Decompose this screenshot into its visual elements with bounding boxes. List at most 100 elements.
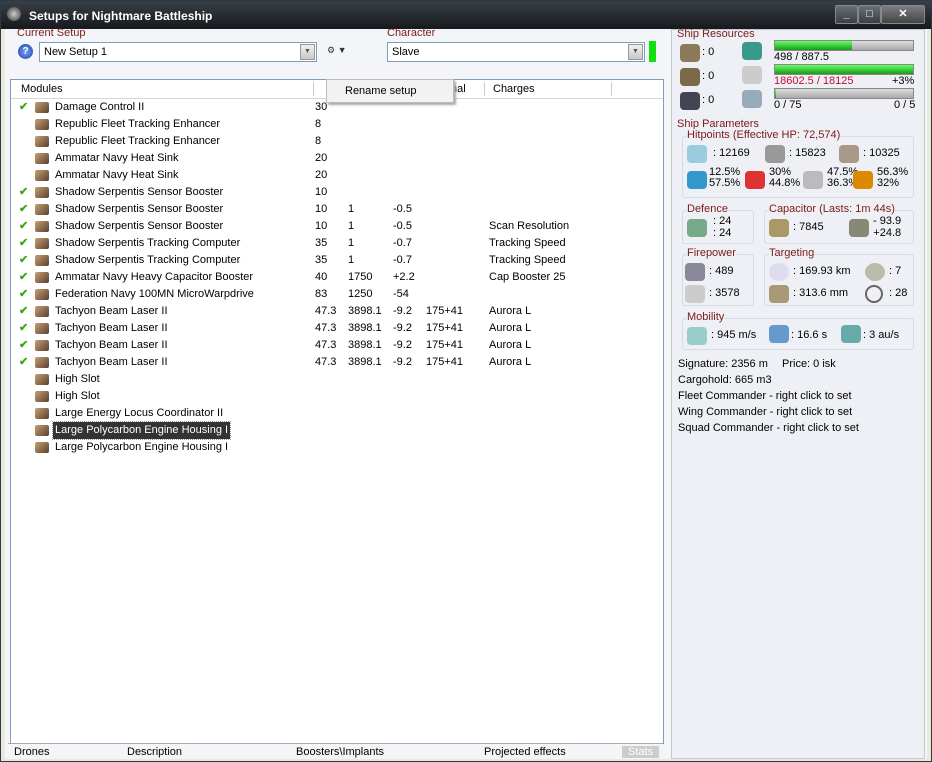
module-row[interactable]: Republic Fleet Tracking Enhancer 8: [11, 133, 663, 150]
module-name: Large Polycarbon Engine Housing I: [55, 441, 229, 453]
thermal-resist-icon: [745, 171, 765, 189]
module-row[interactable]: ✔ Tachyon Beam Laser II 47.3 3898.1 -9.2 175+…: [11, 320, 663, 337]
armor-hp: : 15823: [789, 147, 826, 159]
tab-drones[interactable]: Drones: [14, 746, 49, 758]
module-name: Shadow Serpentis Sensor Booster: [55, 186, 224, 198]
character-status-indicator: [649, 41, 656, 62]
active-check-icon[interactable]: ✔: [19, 218, 28, 235]
module-cpu: 83: [315, 288, 328, 300]
wing-commander[interactable]: Wing Commander - right click to set: [678, 406, 852, 418]
setup-actions-button[interactable]: ⚙ ▼: [327, 45, 357, 59]
active-check-icon[interactable]: ✔: [19, 99, 28, 116]
tab-projected-effects[interactable]: Projected effects: [484, 746, 566, 758]
tab-description[interactable]: Description: [127, 746, 182, 758]
max-targets: : 7: [889, 265, 902, 277]
module-row[interactable]: ✔ Shadow Serpentis Tracking Computer 35 1 -0…: [11, 252, 663, 269]
turret-slots: : 0: [702, 46, 715, 58]
fleet-commander[interactable]: Fleet Commander - right click to set: [678, 390, 852, 402]
tab-boosters-implants[interactable]: Boosters\Implants: [296, 746, 384, 758]
active-check-icon[interactable]: ✔: [19, 303, 28, 320]
module-row[interactable]: ✔ Tachyon Beam Laser II 47.3 3898.1 -9.2 175+…: [11, 303, 663, 320]
capacitor-capacity: : 7845: [793, 221, 824, 233]
minimize-button[interactable]: _: [835, 5, 858, 24]
active-check-icon[interactable]: ✔: [19, 354, 28, 371]
module-row[interactable]: ✔ Shadow Serpentis Sensor Booster 10 1 -0.5 S…: [11, 218, 663, 235]
setup-select[interactable]: New Setup 1 ▼: [39, 42, 317, 62]
tab-stats[interactable]: Stats: [622, 746, 660, 758]
module-powergrid: 3898.1: [348, 305, 382, 317]
targeting-range: : 169.93 km: [793, 265, 851, 277]
module-row[interactable]: ✔ Federation Navy 100MN MicroWarpdrive 83 1…: [11, 286, 663, 303]
menu-item-rename-setup[interactable]: Rename setup: [345, 85, 417, 97]
module-cap: -0.5: [393, 220, 412, 232]
active-check-icon[interactable]: ✔: [19, 184, 28, 201]
module-cpu: 47.3: [315, 339, 337, 351]
help-icon[interactable]: ?: [18, 44, 33, 59]
module-charge: Aurora L: [489, 305, 532, 317]
active-check-icon[interactable]: ✔: [19, 252, 28, 269]
module-row[interactable]: ✔ Tachyon Beam Laser II 47.3 3898.1 -9.2 175+…: [11, 354, 663, 371]
calibration-value: : 0: [702, 94, 715, 106]
module-powergrid: 3898.1: [348, 322, 382, 334]
active-check-icon[interactable]: ✔: [19, 201, 28, 218]
powergrid-icon: [742, 66, 762, 84]
module-icon: [35, 102, 49, 113]
mobility-group: Mobility : 945 m/s : 16.6 s : 3 au/s: [682, 311, 914, 350]
module-name: Shadow Serpentis Tracking Computer: [55, 237, 241, 249]
module-powergrid: 3898.1: [348, 356, 382, 368]
module-row[interactable]: ✔ Shadow Serpentis Sensor Booster 10: [11, 184, 663, 201]
mobility-title: Mobility: [687, 311, 725, 323]
explosive-resist: 56.3% 32%: [877, 166, 909, 189]
module-cap: -54: [393, 288, 409, 300]
module-cpu: 20: [315, 152, 328, 164]
em-resist: 12.5% 57.5%: [709, 166, 741, 189]
module-row[interactable]: Ammatar Navy Heat Sink 20: [11, 167, 663, 184]
module-row[interactable]: Ammatar Navy Heat Sink 20: [11, 150, 663, 167]
chevron-down-icon[interactable]: ▼: [300, 44, 315, 60]
module-row[interactable]: ✔ Tachyon Beam Laser II 47.3 3898.1 -9.2 175+…: [11, 337, 663, 354]
close-button[interactable]: ✕: [881, 5, 925, 24]
module-icon: [35, 289, 49, 300]
module-row[interactable]: Large Polycarbon Engine Housing I: [11, 421, 663, 440]
capacitor-icon: [769, 219, 789, 237]
maximize-button[interactable]: □: [858, 5, 881, 24]
active-check-icon[interactable]: ✔: [19, 337, 28, 354]
module-name: Tachyon Beam Laser II: [55, 305, 168, 317]
cpu-value: 498 / 887.5: [774, 51, 830, 63]
module-icon: [35, 187, 49, 198]
defence-icon: [687, 219, 707, 237]
character-select[interactable]: Slave ▼: [387, 42, 645, 62]
active-check-icon[interactable]: ✔: [19, 286, 28, 303]
module-row[interactable]: ✔ Ammatar Navy Heavy Capacitor Booster 40 1…: [11, 269, 663, 286]
module-row[interactable]: Large Energy Locus Coordinator II: [11, 405, 663, 422]
thermal-resist: 30% 44.8%: [769, 166, 801, 189]
module-row[interactable]: High Slot: [11, 371, 663, 388]
module-row[interactable]: High Slot: [11, 388, 663, 405]
active-check-icon[interactable]: ✔: [19, 235, 28, 252]
squad-commander[interactable]: Squad Commander - right click to set: [678, 422, 859, 434]
ship-icon: ⚙: [327, 45, 336, 55]
modules-list[interactable]: Modules nal Charges ✔ Damage Control II 30…: [10, 79, 664, 744]
module-row[interactable]: ✔ Shadow Serpentis Sensor Booster 10 1 -0.5: [11, 201, 663, 218]
module-icon: [35, 119, 49, 130]
chevron-down-icon[interactable]: ▼: [628, 44, 643, 60]
module-row[interactable]: Large Polycarbon Engine Housing I: [11, 439, 663, 456]
module-powergrid: 3898.1: [348, 339, 382, 351]
module-optimal: 175+41: [426, 356, 464, 368]
module-icon: [35, 221, 49, 232]
header-modules[interactable]: Modules: [21, 83, 63, 95]
module-icon: [35, 323, 49, 334]
capacitor-group: Capacitor (Lasts: 1m 44s) : 7845 - 93.9 +…: [764, 203, 914, 244]
velocity-icon: [687, 327, 707, 345]
module-icon: [35, 153, 49, 164]
module-icon: [35, 238, 49, 249]
header-charges[interactable]: Charges: [493, 83, 535, 95]
module-name: Ammatar Navy Heat Sink: [55, 152, 179, 164]
module-cpu: 10: [315, 186, 328, 198]
active-check-icon[interactable]: ✔: [19, 320, 28, 337]
module-row[interactable]: ✔ Shadow Serpentis Tracking Computer 35 1 -0…: [11, 235, 663, 252]
module-cpu: 40: [315, 271, 328, 283]
module-row[interactable]: Republic Fleet Tracking Enhancer 8: [11, 116, 663, 133]
module-cpu: 35: [315, 237, 328, 249]
active-check-icon[interactable]: ✔: [19, 269, 28, 286]
